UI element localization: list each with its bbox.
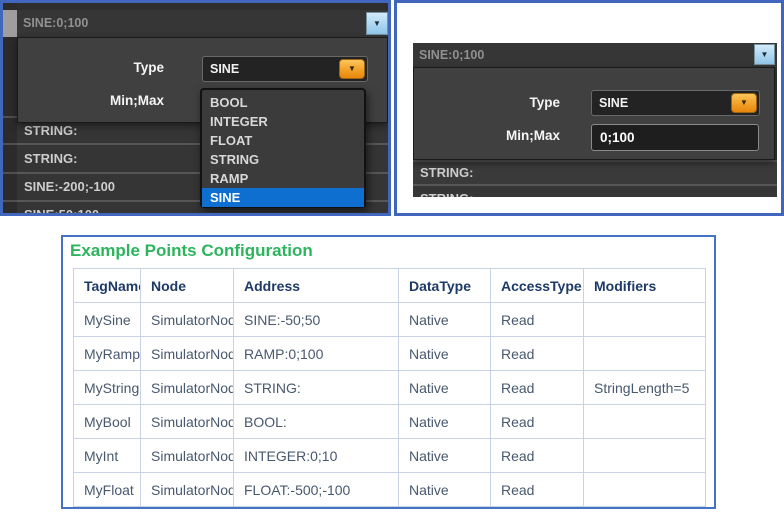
- type-combobox-value: SINE: [599, 91, 628, 115]
- address-cell-value: SINE:0;100: [23, 16, 88, 30]
- col-header-datatype: DataType: [399, 269, 491, 303]
- col-header-node: Node: [141, 269, 234, 303]
- cell-datatype: Native: [399, 405, 491, 439]
- table-row: MyBool SimulatorNode BOOL: Native Read: [74, 405, 706, 439]
- cell-accesstype: Read: [491, 371, 584, 405]
- cell-datatype: Native: [399, 473, 491, 507]
- gutter-divider: [3, 172, 17, 174]
- cell-accesstype: Read: [491, 337, 584, 371]
- cell-accesstype: Read: [491, 439, 584, 473]
- cell-tagname: MyBool: [74, 405, 141, 439]
- minmax-input[interactable]: [591, 124, 759, 151]
- type-option-integer[interactable]: INTEGER: [202, 112, 364, 131]
- cell-modifiers: StringLength=5: [584, 371, 706, 405]
- cell-tagname: MyInt: [74, 439, 141, 473]
- cell-tagname: MyString: [74, 371, 141, 405]
- type-option-ramp[interactable]: RAMP: [202, 169, 364, 188]
- cell-accesstype: Read: [491, 303, 584, 337]
- chevron-down-icon: ▼: [373, 20, 381, 28]
- table-row: MyFloat SimulatorNode FLOAT:-500;-100 Na…: [74, 473, 706, 507]
- cell-node: SimulatorNode: [141, 405, 234, 439]
- cell-accesstype: Read: [491, 405, 584, 439]
- table-row: MyString SimulatorNode STRING: Native Re…: [74, 371, 706, 405]
- cell-node: SimulatorNode: [141, 303, 234, 337]
- cell-node: SimulatorNode: [141, 337, 234, 371]
- type-combobox[interactable]: SINE ▼: [202, 56, 368, 82]
- cell-address: RAMP:0;100: [234, 337, 399, 371]
- cell-address: STRING:: [234, 371, 399, 405]
- type-option-string[interactable]: STRING: [202, 150, 364, 169]
- address-type-popup: Type SINE ▼ Min;Max: [413, 67, 775, 160]
- address-editor-panel-minmax: SINE:0;100 ▼ Type SINE ▼ Min;Max STRING:…: [394, 0, 784, 216]
- type-option-float[interactable]: FLOAT: [202, 131, 364, 150]
- type-label: Type: [414, 95, 560, 110]
- cell-modifiers: [584, 303, 706, 337]
- screenshot-root: STRING: STRING: SINE:-200;-100 SINE:50;1…: [0, 0, 784, 513]
- open-address-editor-button[interactable]: ▼: [366, 12, 388, 35]
- col-header-tagname: TagName: [74, 269, 141, 303]
- cell-accesstype: Read: [491, 473, 584, 507]
- row-selector-cell[interactable]: [3, 10, 17, 37]
- cell-datatype: Native: [399, 303, 491, 337]
- grid-row-address[interactable]: STRING:: [413, 184, 777, 197]
- type-option-bool[interactable]: BOOL: [202, 93, 364, 112]
- cell-address: BOOL:: [234, 405, 399, 439]
- cell-address: INTEGER:0;10: [234, 439, 399, 473]
- cell-datatype: Native: [399, 337, 491, 371]
- cell-modifiers: [584, 439, 706, 473]
- gutter-divider: [3, 200, 17, 202]
- type-combobox-dropdown-button[interactable]: ▼: [731, 93, 757, 113]
- row-selector-gutter: [3, 3, 17, 213]
- card-title: Example Points Configuration: [70, 241, 313, 261]
- address-cell-value: SINE:0;100: [419, 48, 484, 62]
- chevron-down-icon: ▼: [348, 65, 356, 73]
- cell-datatype: Native: [399, 439, 491, 473]
- cell-modifiers: [584, 337, 706, 371]
- minmax-label: Min;Max: [414, 128, 560, 143]
- cell-modifiers: [584, 473, 706, 507]
- cell-tagname: MyRamp: [74, 337, 141, 371]
- address-editor-panel-dropdown-open: STRING: STRING: SINE:-200;-100 SINE:50;1…: [0, 0, 391, 216]
- cell-tagname: MySine: [74, 303, 141, 337]
- type-label: Type: [18, 60, 164, 75]
- chevron-down-icon: ▼: [761, 51, 769, 59]
- cell-node: SimulatorNode: [141, 371, 234, 405]
- table-row: MyRamp SimulatorNode RAMP:0;100 Native R…: [74, 337, 706, 371]
- cell-address: FLOAT:-500;-100: [234, 473, 399, 507]
- example-points-card: Example Points Configuration TagName Nod…: [61, 235, 716, 509]
- address-cell-editing[interactable]: SINE:0;100 ▼: [17, 10, 388, 37]
- type-option-sine-selected[interactable]: SINE: [202, 188, 364, 207]
- chevron-down-icon: ▼: [740, 99, 748, 107]
- gutter-divider: [3, 143, 17, 145]
- open-address-editor-button[interactable]: ▼: [754, 44, 775, 65]
- type-combobox[interactable]: SINE ▼: [591, 90, 760, 116]
- table-header-row: TagName Node Address DataType AccessType…: [74, 269, 706, 303]
- cell-node: SimulatorNode: [141, 473, 234, 507]
- cell-datatype: Native: [399, 371, 491, 405]
- table-row: MyInt SimulatorNode INTEGER:0;10 Native …: [74, 439, 706, 473]
- cell-tagname: MyFloat: [74, 473, 141, 507]
- simulator-address-grid: SINE:0;100 ▼ Type SINE ▼ Min;Max STRING:…: [413, 43, 777, 197]
- cell-node: SimulatorNode: [141, 439, 234, 473]
- points-table: TagName Node Address DataType AccessType…: [73, 268, 706, 507]
- type-dropdown-list: BOOL INTEGER FLOAT STRING RAMP SINE: [200, 88, 366, 208]
- grid-row-address[interactable]: STRING:: [413, 160, 777, 184]
- type-combobox-dropdown-button[interactable]: ▼: [339, 59, 365, 79]
- minmax-label: Min;Max: [18, 93, 164, 108]
- col-header-modifiers: Modifiers: [584, 269, 706, 303]
- cell-modifiers: [584, 405, 706, 439]
- table-row: MySine SimulatorNode SINE:-50;50 Native …: [74, 303, 706, 337]
- col-header-accesstype: AccessType: [491, 269, 584, 303]
- type-combobox-value: SINE: [210, 57, 239, 81]
- gutter-divider: [3, 116, 17, 118]
- cell-address: SINE:-50;50: [234, 303, 399, 337]
- col-header-address: Address: [234, 269, 399, 303]
- address-cell-editing[interactable]: SINE:0;100 ▼: [413, 43, 777, 67]
